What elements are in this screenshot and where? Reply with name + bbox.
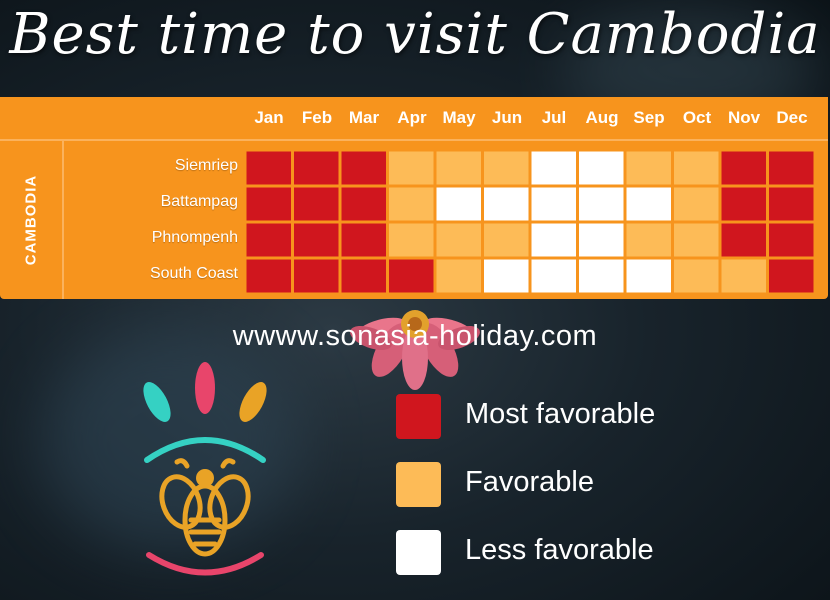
heatmap-cell [389,259,434,293]
heatmap-cell [579,259,624,293]
heatmap-cell [294,223,339,257]
heatmap-cell [341,151,386,185]
heatmap-cell [531,187,576,221]
heatmap-cell [531,259,576,293]
legend-label-less-favorable: Less favorable [465,534,654,566]
heatmap-cell [626,259,671,293]
heatmap-cell [246,259,291,293]
heatmap-cell [721,187,766,221]
heatmap-cell [484,223,529,257]
legend-swatch-favorable [396,462,441,507]
heatmap-cell [246,223,291,257]
heatmap-cell [436,259,481,293]
heatmap-cell [246,187,291,221]
heatmap-cell [436,151,481,185]
heatmap-cell [341,259,386,293]
heatmap-grid [246,151,814,293]
legend-label-most-favorable: Most favorable [465,398,656,430]
legend-swatch-most-favorable [396,394,441,439]
heatmap-cell [769,223,814,257]
heatmap-cell [626,223,671,257]
heatmap-cell [579,223,624,257]
heatmap-cell [626,187,671,221]
heatmap-cell [484,187,529,221]
heatmap-cell [389,151,434,185]
heatmap-cell [294,187,339,221]
heatmap-cell [294,151,339,185]
heatmap-cell [341,223,386,257]
heatmap-cell [721,223,766,257]
heatmap-cell [769,187,814,221]
heatmap-cell [389,223,434,257]
heatmap-cell [436,223,481,257]
heatmap-cell [531,223,576,257]
heatmap-cell [341,187,386,221]
heatmap-cell [579,187,624,221]
heatmap-cell [769,151,814,185]
heatmap-cell [531,151,576,185]
heatmap-cell [484,151,529,185]
heatmap-cell [674,223,719,257]
heatmap-cell [769,259,814,293]
heatmap-cell [246,151,291,185]
heatmap-cell [626,151,671,185]
heatmap-cell [389,187,434,221]
website-url: wwww.sonasia-holiday.com [232,320,598,352]
heatmap-cell [484,259,529,293]
bee-logo-icon [143,362,267,576]
calendar-chart: Jan Feb Mar Apr May Jun Jul Aug Sep Oct … [0,97,828,299]
heatmap-cell [721,151,766,185]
heatmap-cell [436,187,481,221]
heatmap-cell [674,259,719,293]
heatmap-cell [674,151,719,185]
heatmap-cell [294,259,339,293]
heatmap-cell [721,259,766,293]
heatmap-cell [674,187,719,221]
legend-label-favorable: Favorable [465,466,594,498]
legend-swatch-less-favorable [396,530,441,575]
page-title: Best time to visit Cambodia [9,2,821,67]
heatmap-cell [579,151,624,185]
